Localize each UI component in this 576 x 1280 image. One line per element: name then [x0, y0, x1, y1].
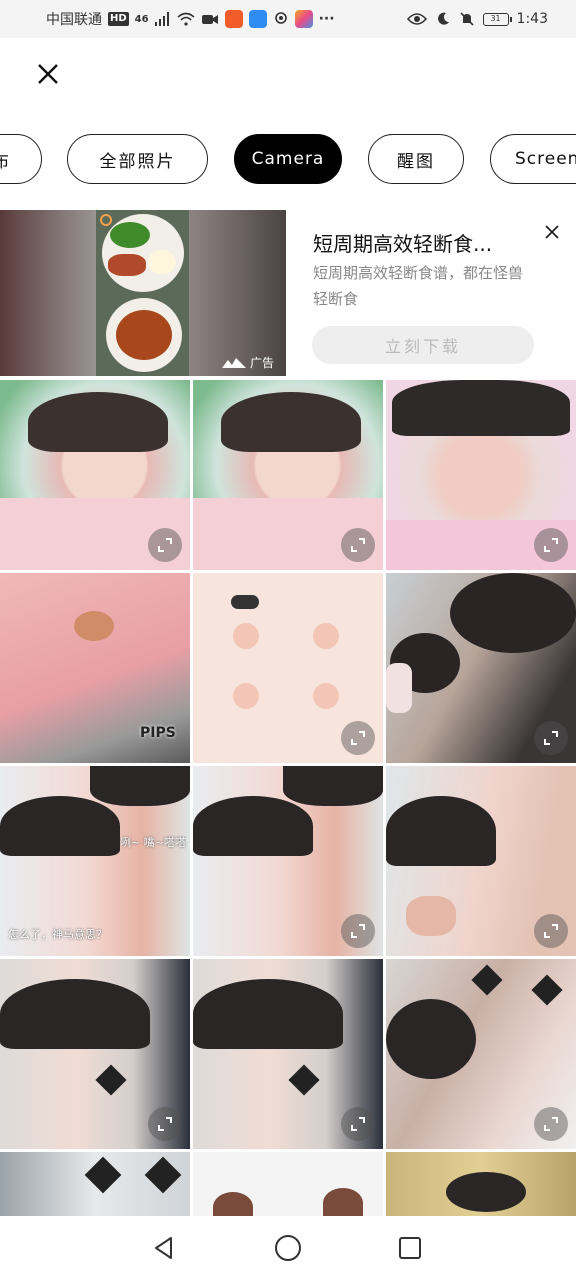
wifi-icon — [177, 12, 195, 26]
expand-button[interactable] — [341, 914, 375, 948]
tab-label: Screenshots — [515, 149, 576, 169]
expand-icon — [544, 731, 558, 745]
photo-thumbnail[interactable] — [193, 573, 383, 763]
tab-label: 全部照片 — [99, 151, 176, 172]
tab-label: 醒图 — [397, 151, 435, 172]
tab-album-partial[interactable]: 布 — [0, 134, 42, 184]
photo-grid: PIPS 咧~ 嘴~嗒嗒 怎么了，神马意思？ — [0, 380, 576, 1220]
photo-caption: 怎么了，神马意思？ — [8, 928, 107, 941]
photo-thumbnail[interactable] — [386, 380, 576, 570]
photo-thumbnail[interactable]: PIPS — [0, 573, 190, 763]
ad-close-button[interactable] — [544, 224, 562, 242]
ad-image-food — [96, 210, 189, 376]
photo-thumbnail[interactable] — [0, 959, 190, 1149]
expand-icon — [158, 1117, 172, 1131]
sticker-text: PIPS — [140, 725, 176, 741]
location-icon — [274, 12, 287, 24]
status-bar: 中国联通 HD 46 ··· 31 1:43 — [0, 0, 576, 38]
expand-button[interactable] — [534, 1107, 568, 1141]
video-icon — [201, 15, 218, 24]
cloud-app-icon — [248, 10, 267, 28]
expand-icon — [351, 731, 365, 745]
system-nav-bar — [0, 1216, 576, 1280]
close-icon — [545, 225, 559, 239]
expand-button[interactable] — [534, 721, 568, 755]
photo-thumbnail[interactable]: 咧~ 嘴~嗒嗒 怎么了，神马意思？ — [0, 766, 190, 956]
home-button[interactable] — [274, 1234, 302, 1262]
close-button[interactable] — [28, 54, 68, 94]
photo-thumbnail[interactable] — [193, 959, 383, 1149]
recent-square-icon — [399, 1237, 421, 1259]
expand-icon — [158, 538, 172, 552]
ad-download-label: 立刻下载 — [384, 337, 461, 356]
album-tabs: 布 全部照片 Camera 醒图 Screenshots — [0, 134, 576, 186]
expand-button[interactable] — [148, 528, 182, 562]
carrier-label: 中国联通 — [46, 12, 102, 28]
expand-icon — [351, 924, 365, 938]
ad-image-right — [189, 210, 286, 376]
photo-thumbnail[interactable] — [386, 573, 576, 763]
photo-thumbnail[interactable] — [386, 959, 576, 1149]
expand-button[interactable] — [341, 721, 375, 755]
ad-download-button[interactable]: 立刻下载 — [312, 326, 534, 364]
photo-thumbnail[interactable] — [0, 1152, 190, 1220]
expand-icon — [351, 538, 365, 552]
mountain-logo-icon — [222, 357, 246, 368]
ad-banner[interactable]: 广告 短周期高效轻断食... 短周期高效轻断食谱，都在怪兽轻断食 立刻下载 — [0, 210, 576, 378]
recent-apps-button[interactable] — [396, 1234, 424, 1262]
photo-thumbnail[interactable] — [193, 766, 383, 956]
more-notifications-icon: ··· — [318, 11, 335, 27]
expand-icon — [544, 924, 558, 938]
ad-title: 短周期高效轻断食... — [313, 232, 493, 256]
ad-label-text: 广告 — [250, 356, 275, 370]
photo-caption: 咧~ 嘴~嗒嗒 — [120, 836, 186, 849]
app-notification-icon — [224, 10, 243, 28]
expand-button[interactable] — [341, 1107, 375, 1141]
expand-button[interactable] — [534, 914, 568, 948]
tab-label: Camera — [251, 149, 325, 169]
back-triangle-icon — [155, 1237, 172, 1259]
photo-thumbnail[interactable] — [0, 380, 190, 570]
tab-camera[interactable]: Camera — [234, 134, 342, 184]
back-button[interactable] — [150, 1234, 178, 1262]
expand-icon — [351, 1117, 365, 1131]
battery-icon: 31 — [482, 12, 512, 26]
home-circle-icon — [275, 1235, 301, 1261]
mute-bell-icon — [459, 12, 474, 26]
photo-thumbnail[interactable] — [193, 1152, 383, 1220]
photo-thumbnail[interactable] — [193, 380, 383, 570]
eye-icon — [406, 13, 427, 25]
signal-icon — [154, 12, 169, 26]
moon-icon — [437, 12, 449, 25]
battery-level: 31 — [490, 13, 501, 23]
tab-xingtu[interactable]: 醒图 — [368, 134, 464, 184]
hd-badge: HD — [108, 12, 129, 26]
close-icon — [38, 64, 58, 84]
tab-screenshots[interactable]: Screenshots — [490, 134, 576, 184]
top-bar — [0, 38, 576, 110]
clock: 1:43 — [516, 11, 548, 27]
expand-button[interactable] — [341, 528, 375, 562]
ad-tag: 广告 — [222, 354, 274, 371]
colorful-app-icon — [294, 10, 313, 28]
photo-thumbnail[interactable] — [386, 766, 576, 956]
expand-icon — [544, 1117, 558, 1131]
network-label: 46 — [134, 13, 149, 25]
expand-icon — [544, 538, 558, 552]
expand-button[interactable] — [148, 1107, 182, 1141]
ad-image-left — [0, 210, 96, 376]
ad-description: 短周期高效轻断食谱，都在怪兽轻断食 — [313, 264, 524, 308]
tab-label: 布 — [0, 147, 11, 172]
photo-thumbnail[interactable] — [386, 1152, 576, 1220]
expand-button[interactable] — [534, 528, 568, 562]
tab-all-photos[interactable]: 全部照片 — [67, 134, 208, 184]
